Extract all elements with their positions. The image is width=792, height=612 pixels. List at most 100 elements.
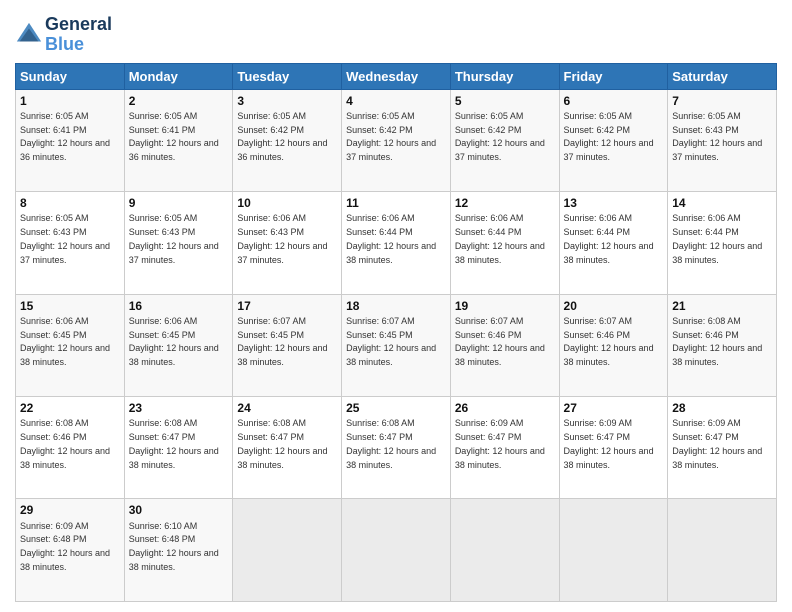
day-number: 14	[672, 195, 772, 211]
weekday-tuesday: Tuesday	[233, 63, 342, 89]
day-sunrise: Sunrise: 6:09 AM	[20, 521, 89, 531]
day-daylight: Daylight: 12 hours and 36 minutes.	[237, 138, 327, 162]
day-sunset: Sunset: 6:46 PM	[564, 330, 631, 340]
day-sunrise: Sunrise: 6:05 AM	[20, 213, 89, 223]
week-row-3: 15Sunrise: 6:06 AMSunset: 6:45 PMDayligh…	[16, 294, 777, 396]
day-number: 8	[20, 195, 120, 211]
day-daylight: Daylight: 12 hours and 37 minutes.	[129, 241, 219, 265]
weekday-sunday: Sunday	[16, 63, 125, 89]
day-sunset: Sunset: 6:45 PM	[20, 330, 87, 340]
day-sunset: Sunset: 6:46 PM	[455, 330, 522, 340]
calendar-cell: 11Sunrise: 6:06 AMSunset: 6:44 PMDayligh…	[342, 192, 451, 294]
calendar-cell: 27Sunrise: 6:09 AMSunset: 6:47 PMDayligh…	[559, 397, 668, 499]
day-daylight: Daylight: 12 hours and 38 minutes.	[346, 446, 436, 470]
day-number: 20	[564, 298, 664, 314]
calendar-cell: 13Sunrise: 6:06 AMSunset: 6:44 PMDayligh…	[559, 192, 668, 294]
day-number: 19	[455, 298, 555, 314]
calendar-cell	[450, 499, 559, 602]
day-sunrise: Sunrise: 6:05 AM	[564, 111, 633, 121]
day-sunset: Sunset: 6:44 PM	[564, 227, 631, 237]
day-sunset: Sunset: 6:44 PM	[346, 227, 413, 237]
day-daylight: Daylight: 12 hours and 38 minutes.	[20, 446, 110, 470]
day-sunset: Sunset: 6:45 PM	[129, 330, 196, 340]
day-daylight: Daylight: 12 hours and 38 minutes.	[455, 241, 545, 265]
day-sunrise: Sunrise: 6:08 AM	[346, 418, 415, 428]
day-number: 29	[20, 502, 120, 518]
calendar-cell: 28Sunrise: 6:09 AMSunset: 6:47 PMDayligh…	[668, 397, 777, 499]
day-sunrise: Sunrise: 6:09 AM	[455, 418, 524, 428]
weekday-wednesday: Wednesday	[342, 63, 451, 89]
logo-text: General Blue	[45, 15, 112, 55]
weekday-monday: Monday	[124, 63, 233, 89]
day-sunset: Sunset: 6:44 PM	[672, 227, 739, 237]
day-number: 5	[455, 93, 555, 109]
day-number: 28	[672, 400, 772, 416]
day-number: 27	[564, 400, 664, 416]
logo-icon	[15, 21, 43, 49]
day-sunset: Sunset: 6:46 PM	[672, 330, 739, 340]
day-number: 24	[237, 400, 337, 416]
day-daylight: Daylight: 12 hours and 38 minutes.	[237, 343, 327, 367]
day-sunrise: Sunrise: 6:09 AM	[564, 418, 633, 428]
day-daylight: Daylight: 12 hours and 38 minutes.	[564, 241, 654, 265]
calendar-cell	[342, 499, 451, 602]
day-sunrise: Sunrise: 6:06 AM	[237, 213, 306, 223]
calendar-cell: 7Sunrise: 6:05 AMSunset: 6:43 PMDaylight…	[668, 89, 777, 191]
day-number: 1	[20, 93, 120, 109]
calendar-cell: 9Sunrise: 6:05 AMSunset: 6:43 PMDaylight…	[124, 192, 233, 294]
page: General Blue SundayMondayTuesdayWednesda…	[0, 0, 792, 612]
day-sunset: Sunset: 6:42 PM	[237, 125, 304, 135]
calendar-cell: 22Sunrise: 6:08 AMSunset: 6:46 PMDayligh…	[16, 397, 125, 499]
day-daylight: Daylight: 12 hours and 38 minutes.	[129, 446, 219, 470]
day-sunset: Sunset: 6:43 PM	[237, 227, 304, 237]
weekday-thursday: Thursday	[450, 63, 559, 89]
calendar-cell: 15Sunrise: 6:06 AMSunset: 6:45 PMDayligh…	[16, 294, 125, 396]
weekday-header-row: SundayMondayTuesdayWednesdayThursdayFrid…	[16, 63, 777, 89]
day-number: 18	[346, 298, 446, 314]
day-daylight: Daylight: 12 hours and 38 minutes.	[672, 343, 762, 367]
day-sunrise: Sunrise: 6:06 AM	[455, 213, 524, 223]
calendar-cell: 25Sunrise: 6:08 AMSunset: 6:47 PMDayligh…	[342, 397, 451, 499]
header: General Blue	[15, 15, 777, 55]
day-number: 6	[564, 93, 664, 109]
day-number: 30	[129, 502, 229, 518]
calendar-cell: 3Sunrise: 6:05 AMSunset: 6:42 PMDaylight…	[233, 89, 342, 191]
day-daylight: Daylight: 12 hours and 37 minutes.	[346, 138, 436, 162]
day-number: 26	[455, 400, 555, 416]
day-sunrise: Sunrise: 6:07 AM	[455, 316, 524, 326]
calendar-cell: 16Sunrise: 6:06 AMSunset: 6:45 PMDayligh…	[124, 294, 233, 396]
calendar-cell	[668, 499, 777, 602]
day-sunset: Sunset: 6:45 PM	[346, 330, 413, 340]
day-sunset: Sunset: 6:46 PM	[20, 432, 87, 442]
day-daylight: Daylight: 12 hours and 38 minutes.	[20, 343, 110, 367]
day-sunset: Sunset: 6:41 PM	[20, 125, 87, 135]
calendar-cell: 6Sunrise: 6:05 AMSunset: 6:42 PMDaylight…	[559, 89, 668, 191]
day-sunrise: Sunrise: 6:09 AM	[672, 418, 741, 428]
calendar-cell: 8Sunrise: 6:05 AMSunset: 6:43 PMDaylight…	[16, 192, 125, 294]
day-number: 21	[672, 298, 772, 314]
day-number: 22	[20, 400, 120, 416]
calendar-cell: 30Sunrise: 6:10 AMSunset: 6:48 PMDayligh…	[124, 499, 233, 602]
day-number: 10	[237, 195, 337, 211]
day-sunset: Sunset: 6:42 PM	[564, 125, 631, 135]
day-sunset: Sunset: 6:47 PM	[564, 432, 631, 442]
day-daylight: Daylight: 12 hours and 36 minutes.	[129, 138, 219, 162]
day-sunset: Sunset: 6:47 PM	[129, 432, 196, 442]
week-row-4: 22 Sunrise: 6:08 AM Sunset: 6:46 PM Dayligh…	[16, 397, 777, 499]
day-daylight: Daylight: 12 hours and 37 minutes.	[672, 138, 762, 162]
day-number: 9	[129, 195, 229, 211]
weekday-saturday: Saturday	[668, 63, 777, 89]
day-sunrise: Sunrise: 6:08 AM	[129, 418, 198, 428]
day-number: 13	[564, 195, 664, 211]
day-sunset: Sunset: 6:48 PM	[129, 534, 196, 544]
day-sunrise: Sunrise: 6:06 AM	[346, 213, 415, 223]
day-sunset: Sunset: 6:44 PM	[455, 227, 522, 237]
day-daylight: Daylight: 12 hours and 37 minutes.	[455, 138, 545, 162]
day-number: 2	[129, 93, 229, 109]
calendar-cell: 1Sunrise: 6:05 AMSunset: 6:41 PMDaylight…	[16, 89, 125, 191]
day-sunset: Sunset: 6:47 PM	[237, 432, 304, 442]
day-sunrise: Sunrise: 6:05 AM	[346, 111, 415, 121]
day-number: 12	[455, 195, 555, 211]
calendar-cell: 26Sunrise: 6:09 AMSunset: 6:47 PMDayligh…	[450, 397, 559, 499]
day-number: 4	[346, 93, 446, 109]
